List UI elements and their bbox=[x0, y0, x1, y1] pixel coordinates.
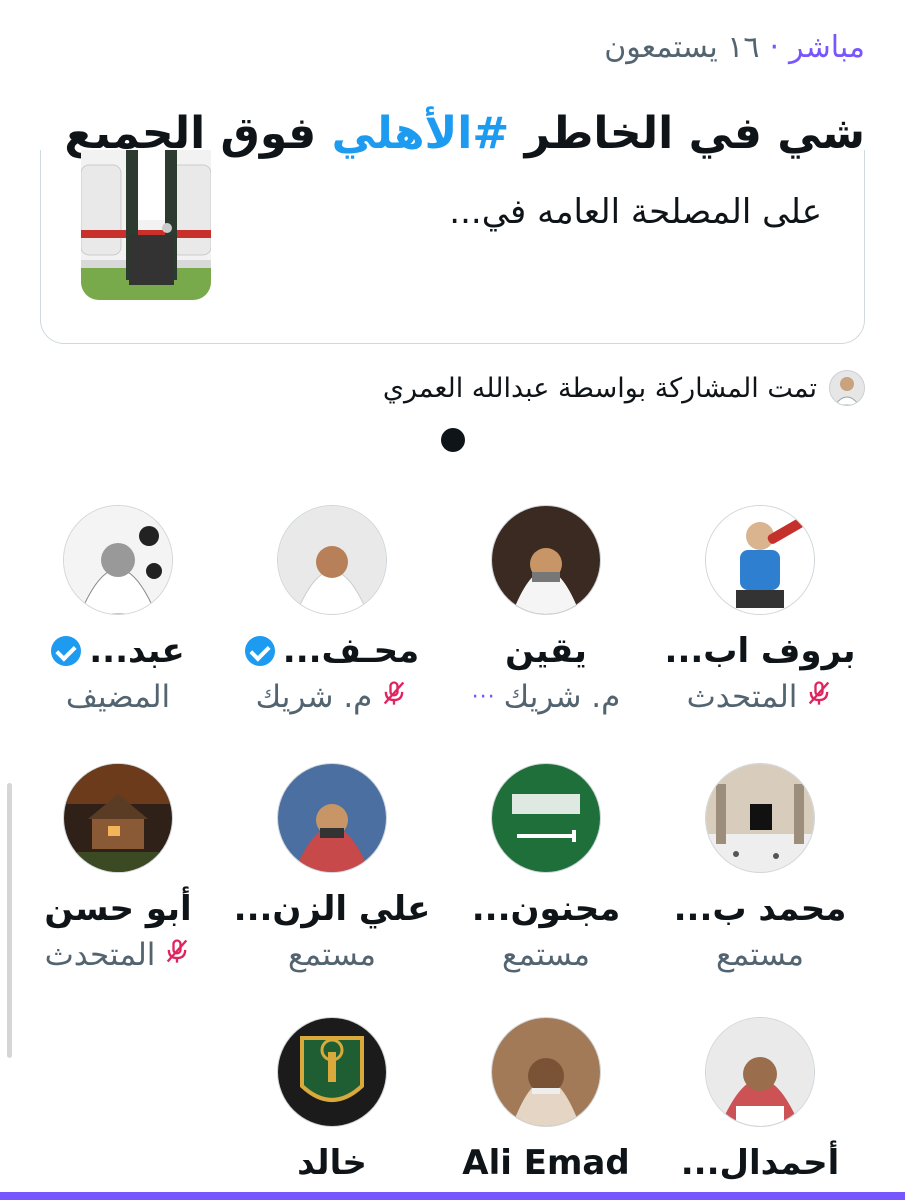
participant-role-row: م. شريك bbox=[227, 679, 437, 715]
participant-card[interactable]: محمد ب... مستمع bbox=[655, 763, 865, 973]
avatar[interactable] bbox=[63, 505, 173, 615]
participant-name-row: خالد bbox=[227, 1143, 437, 1183]
participant-card[interactable]: أبو حسن المتحدث bbox=[13, 763, 223, 973]
participant-name-row: Ali Emad bbox=[441, 1143, 651, 1183]
participant-role-row: المتحدث bbox=[655, 679, 865, 715]
shared-by-text: تمت المشاركة بواسطة عبدالله العمري bbox=[382, 372, 817, 404]
mic-muted-icon bbox=[380, 679, 408, 715]
avatar[interactable] bbox=[277, 763, 387, 873]
participant-name-row: أبو حسن bbox=[13, 889, 223, 929]
participant-card[interactable]: عبد... المضيف bbox=[13, 505, 223, 715]
participant-role-row: مستمع bbox=[227, 937, 437, 973]
participant-role-row: م. شريك ··· bbox=[441, 679, 651, 715]
participant-role: المضيف bbox=[65, 679, 171, 715]
participant-card[interactable]: مجنون... مستمع bbox=[441, 763, 651, 973]
participant-name: بروف اب... bbox=[664, 631, 856, 671]
participant-name-row: أحمدال... bbox=[655, 1143, 865, 1183]
participant-name-row: عبد... bbox=[13, 631, 223, 671]
participant-card[interactable]: أحمدال... bbox=[655, 1017, 865, 1183]
participant-card[interactable]: يقين م. شريك ··· bbox=[441, 505, 651, 715]
participant-name-row: علي الزن... bbox=[227, 889, 437, 929]
avatar[interactable] bbox=[277, 1017, 387, 1127]
participant-card[interactable]: بروف اب... المتحدث bbox=[655, 505, 865, 715]
participant-name: يقين bbox=[505, 631, 587, 671]
participant-role: المتحدث bbox=[44, 937, 156, 973]
participant-name: أحمدال... bbox=[680, 1143, 840, 1183]
participant-role: مستمع bbox=[715, 937, 805, 973]
participant-role-row: مستمع bbox=[655, 937, 865, 973]
participant-role-row: المتحدث bbox=[13, 937, 223, 973]
participant-role: المتحدث bbox=[686, 679, 798, 715]
participant-card[interactable]: خالد bbox=[227, 1017, 437, 1183]
participant-name: مجنون... bbox=[471, 889, 621, 929]
participant-card[interactable]: علي الزن... مستمع bbox=[227, 763, 437, 973]
avatar[interactable] bbox=[491, 763, 601, 873]
participant-name: Ali Emad bbox=[462, 1143, 630, 1183]
sharer-avatar bbox=[829, 370, 865, 406]
participant-name-row: مجنون... bbox=[441, 889, 651, 929]
participant-name-row: بروف اب... bbox=[655, 631, 865, 671]
avatar[interactable] bbox=[705, 505, 815, 615]
participant-name-row: محمد ب... bbox=[655, 889, 865, 929]
mic-muted-icon bbox=[163, 937, 191, 973]
avatar[interactable] bbox=[63, 763, 173, 873]
participant-role: م. شريك bbox=[255, 679, 373, 715]
tweet-text: على المصلحة العامه في... bbox=[449, 192, 822, 232]
participant-role: مستمع bbox=[287, 937, 377, 973]
participant-role-row: المضيف bbox=[13, 679, 223, 715]
more-options-icon[interactable]: ··· bbox=[472, 685, 496, 710]
avatar[interactable] bbox=[705, 763, 815, 873]
separator: · bbox=[769, 30, 780, 65]
participant-name-row: محـف... bbox=[227, 631, 437, 671]
participant-name-row: يقين bbox=[441, 631, 651, 671]
verified-badge-icon bbox=[51, 636, 82, 666]
participant-card[interactable]: محـف... م. شريك bbox=[227, 505, 437, 715]
participant-role: م. شريك bbox=[503, 679, 621, 715]
shared-tweet-card[interactable]: على المصلحة العامه في... bbox=[40, 150, 865, 344]
participant-role: مستمع bbox=[501, 937, 591, 973]
avatar[interactable] bbox=[705, 1017, 815, 1127]
verified-badge-icon bbox=[244, 636, 275, 666]
page-indicator-dot bbox=[441, 428, 465, 452]
tweet-image bbox=[81, 150, 211, 300]
participant-role-row: مستمع bbox=[441, 937, 651, 973]
participant-name: أبو حسن bbox=[44, 889, 192, 929]
participant-name: محمد ب... bbox=[673, 889, 847, 929]
space-header: مباشر · ١٦ يستمعون bbox=[40, 30, 865, 65]
participant-card[interactable]: Ali Emad bbox=[441, 1017, 651, 1183]
participant-name: علي الزن... bbox=[233, 889, 431, 929]
live-label: مباشر bbox=[789, 30, 865, 65]
bottom-accent-bar bbox=[0, 1192, 905, 1200]
live-status: مباشر · ١٦ يستمعون bbox=[40, 30, 865, 65]
scrollbar[interactable] bbox=[7, 783, 12, 1058]
mic-muted-icon bbox=[805, 679, 833, 715]
participant-name: محـف... bbox=[282, 631, 420, 671]
participant-name: خالد bbox=[297, 1143, 367, 1183]
shared-by-row[interactable]: تمت المشاركة بواسطة عبدالله العمري bbox=[383, 370, 865, 406]
avatar[interactable] bbox=[277, 505, 387, 615]
avatar[interactable] bbox=[491, 1017, 601, 1127]
avatar[interactable] bbox=[491, 505, 601, 615]
participant-name: عبد... bbox=[89, 631, 185, 671]
listener-count: ١٦ يستمعون bbox=[604, 30, 760, 65]
